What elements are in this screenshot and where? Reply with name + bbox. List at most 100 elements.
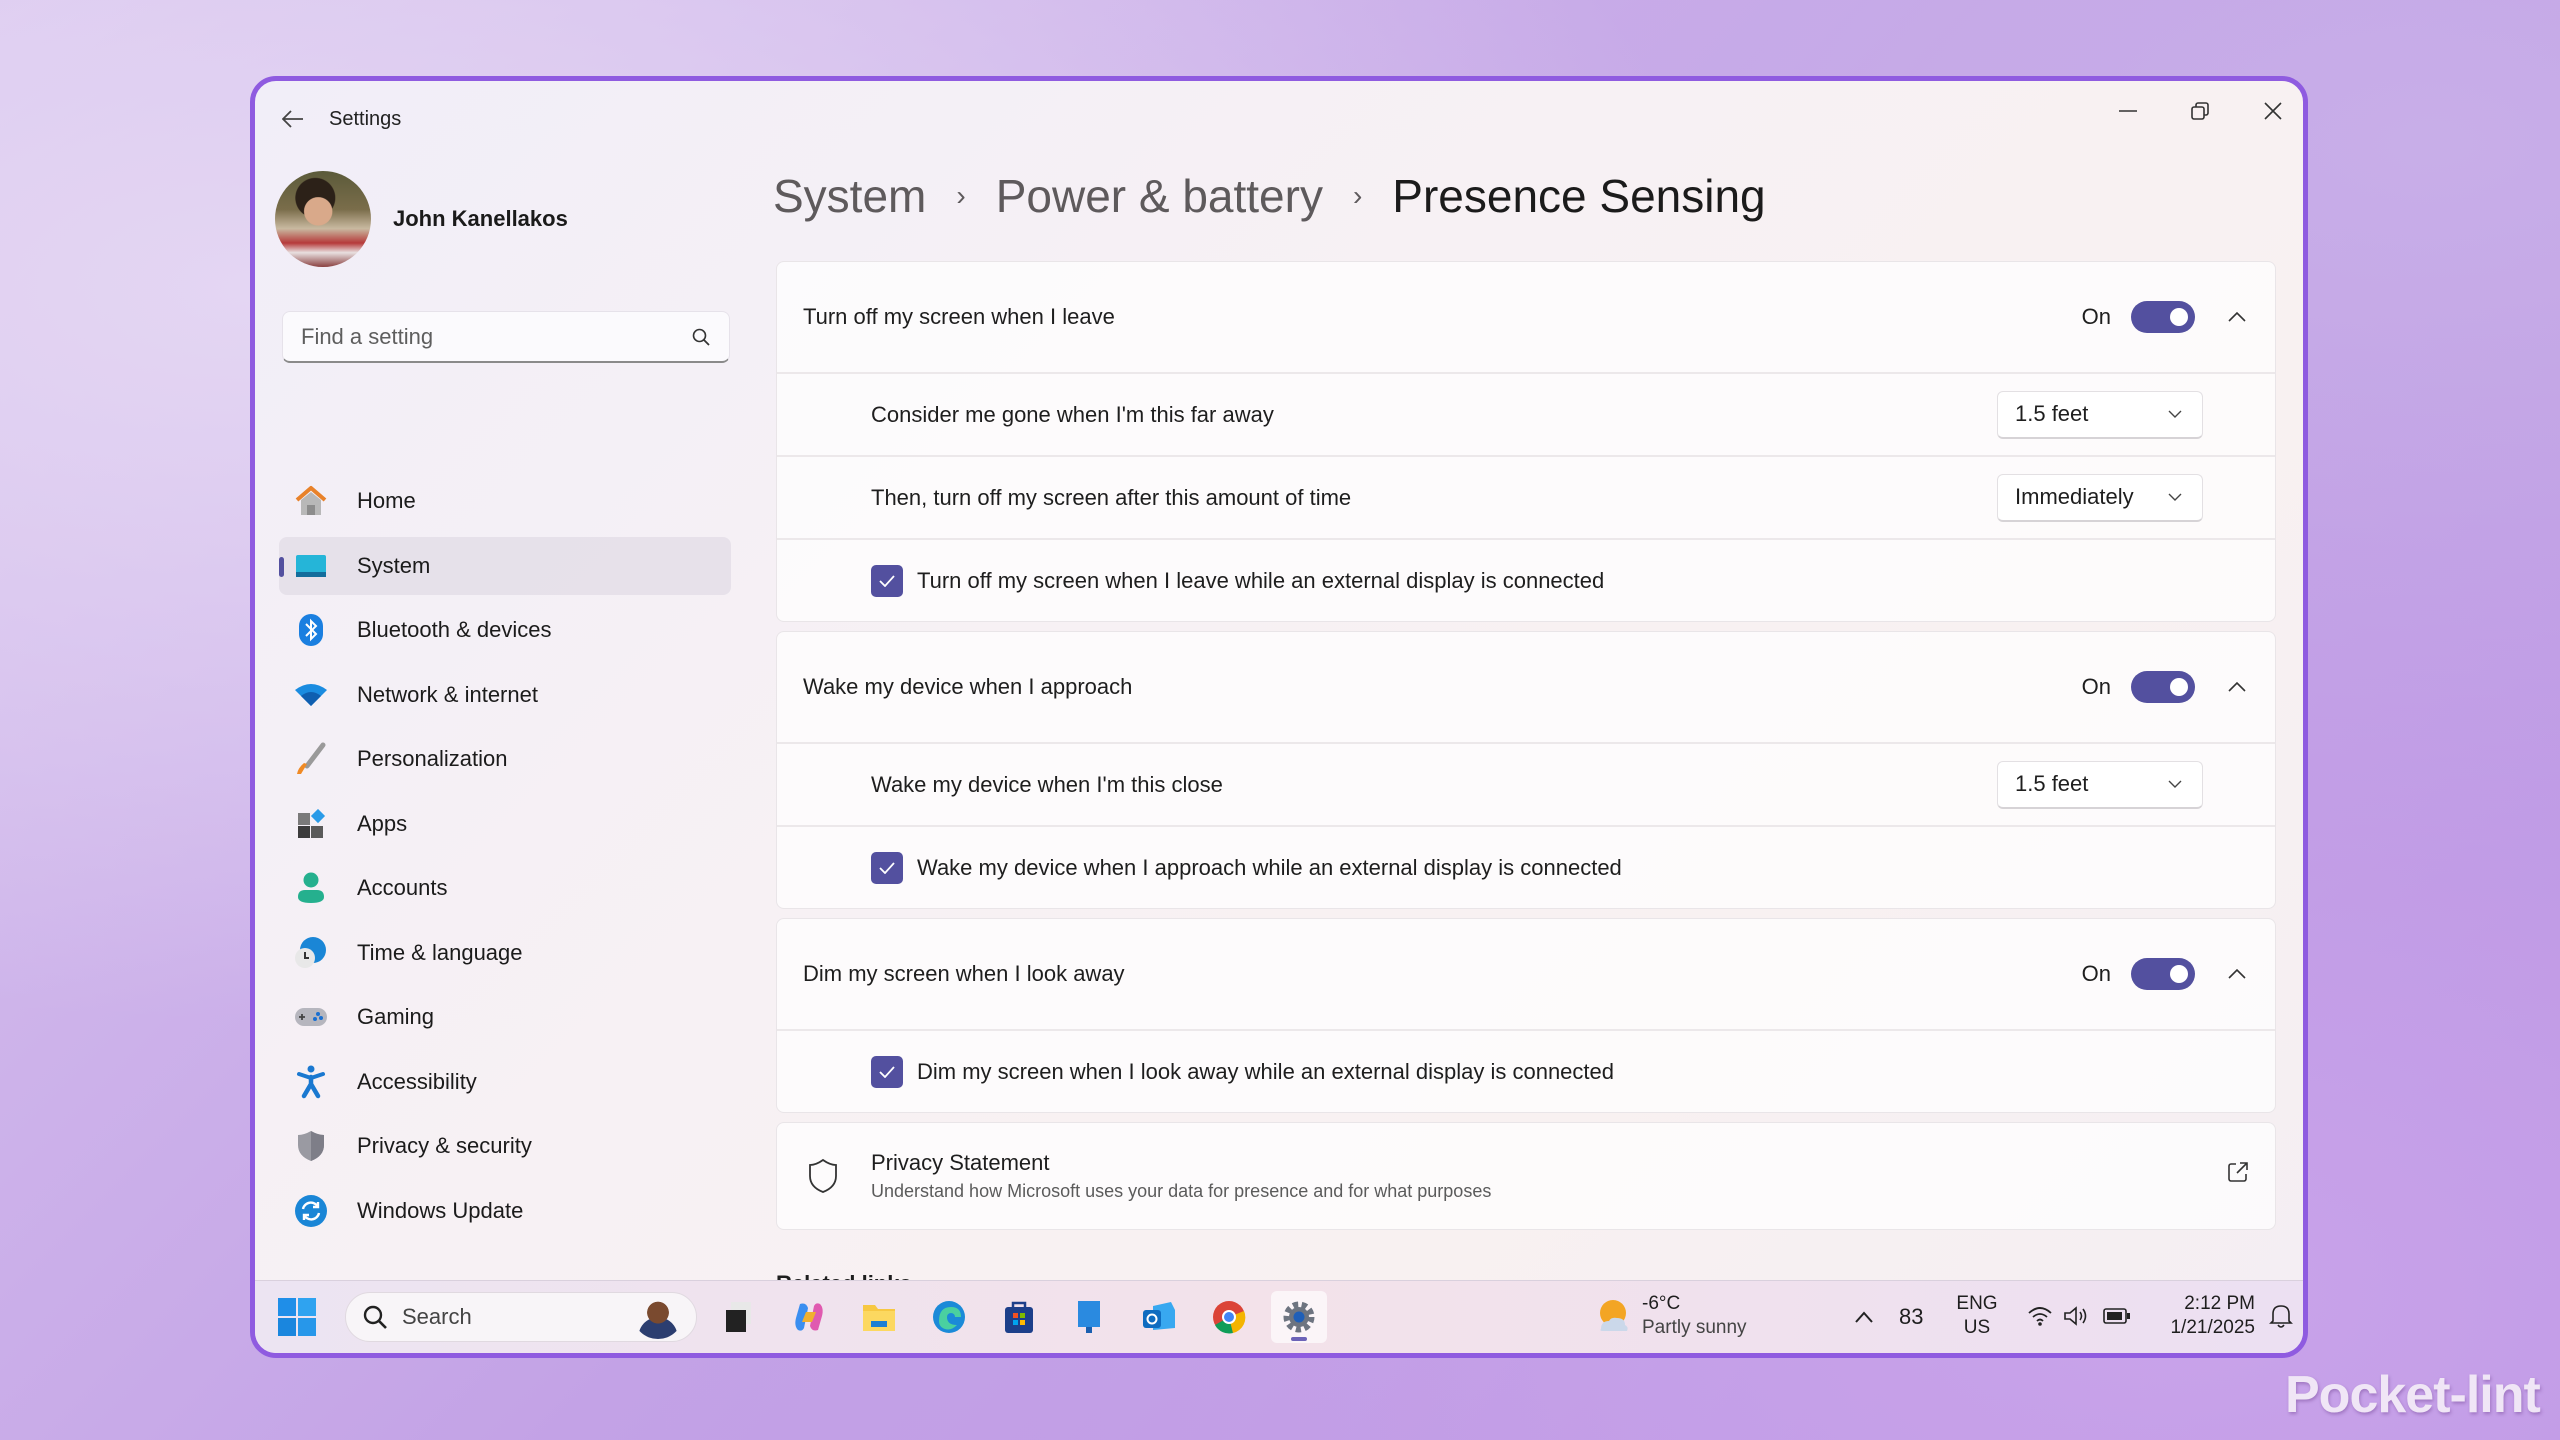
dim-screen-toggle[interactable] <box>2131 958 2195 990</box>
checkmark-icon <box>879 1065 895 1078</box>
breadcrumb: System › Power & battery › Presence Sens… <box>773 169 1766 223</box>
collapse-button[interactable] <box>2217 954 2257 994</box>
chevron-up-icon <box>2228 312 2246 322</box>
clock-date[interactable]: 1/21/2025 <box>2155 1316 2255 1340</box>
weather-icon[interactable] <box>1595 1297 1633 1335</box>
content-scrollbar[interactable] <box>2303 269 2307 1013</box>
sidebar-item-accounts[interactable]: Accounts <box>279 859 731 917</box>
close-button[interactable] <box>2238 89 2303 133</box>
external-display-wake-checkbox[interactable] <box>871 851 903 884</box>
start-button[interactable] <box>277 1297 317 1337</box>
sidebar-item-home[interactable]: Home <box>279 472 731 530</box>
checkmark-icon <box>879 574 895 587</box>
shield-outline-icon <box>805 1158 841 1194</box>
sidebar-item-windows-update[interactable]: Windows Update <box>279 1182 731 1240</box>
find-setting-search[interactable] <box>282 311 730 363</box>
minimize-button[interactable] <box>2093 89 2163 133</box>
language-line1[interactable]: ENG <box>1955 1292 1999 1316</box>
privacy-statement-link[interactable]: Privacy Statement Understand how Microso… <box>776 1122 2276 1230</box>
section-header[interactable]: Dim my screen when I look away On <box>777 919 2275 1029</box>
setting-row: Consider me gone when I'm this far away … <box>777 372 2275 455</box>
taskbar-task-view[interactable] <box>711 1291 767 1343</box>
privacy-title: Privacy Statement <box>871 1150 1050 1175</box>
sidebar-item-accessibility[interactable]: Accessibility <box>279 1053 731 1111</box>
settings-window: Settings John Kanellakos Home System <box>250 76 2308 1358</box>
wifi-icon <box>293 677 329 713</box>
windows-logo-icon <box>278 1298 316 1336</box>
sidebar-item-apps[interactable]: Apps <box>279 795 731 853</box>
tray-count-badge[interactable]: 83 <box>1899 1305 1923 1329</box>
search-input[interactable] <box>299 322 681 351</box>
taskbar-settings[interactable] <box>1271 1291 1327 1343</box>
collapse-button[interactable] <box>2217 297 2257 337</box>
weather-temperature[interactable]: -6°C <box>1642 1292 1680 1316</box>
wake-device-toggle[interactable] <box>2131 671 2195 703</box>
chevron-up-icon[interactable] <box>1855 1311 1873 1323</box>
battery-icon[interactable] <box>2103 1308 2131 1324</box>
privacy-description: Understand how Microsoft uses your data … <box>871 1181 1492 1201</box>
weather-condition[interactable]: Partly sunny <box>1642 1316 1747 1340</box>
language-line2[interactable]: US <box>1955 1316 1999 1340</box>
taskbar-chrome[interactable] <box>1201 1291 1257 1343</box>
restore-button[interactable] <box>2165 89 2235 133</box>
accessibility-icon <box>293 1064 329 1100</box>
turn-off-screen-toggle[interactable] <box>2131 301 2195 333</box>
dropdown-value: 1.5 feet <box>2015 771 2089 796</box>
volume-icon[interactable] <box>2063 1305 2089 1327</box>
setting-label: Then, turn off my screen after this amou… <box>871 484 1352 510</box>
chevron-right-icon: › <box>1352 180 1363 211</box>
apps-icon <box>293 806 329 842</box>
search-icon[interactable] <box>681 317 721 357</box>
search-icon <box>363 1305 387 1329</box>
turn-off-screen-card: Turn off my screen when I leave On Consi… <box>776 261 2276 622</box>
sidebar-nav: Home System Bluetooth & devices Network … <box>279 472 731 1246</box>
checkbox-label: Dim my screen when I look away while an … <box>917 1058 1614 1084</box>
open-external-icon <box>2227 1161 2249 1188</box>
folder-icon <box>863 1305 895 1331</box>
taskbar-microsoft-store[interactable] <box>991 1291 1047 1343</box>
sidebar-item-time-language[interactable]: Time & language <box>279 924 731 982</box>
taskbar-file-explorer[interactable] <box>851 1291 907 1343</box>
notification-bell-icon[interactable] <box>2269 1303 2293 1329</box>
close-icon <box>2264 102 2282 120</box>
chevron-up-icon <box>2228 969 2246 979</box>
user-profile[interactable]: John Kanellakos <box>275 171 568 267</box>
sidebar-item-gaming[interactable]: Gaming <box>279 988 731 1046</box>
checkbox-label: Turn off my screen when I leave while an… <box>917 567 1605 593</box>
external-display-leave-checkbox[interactable] <box>871 564 903 597</box>
gone-distance-dropdown[interactable]: 1.5 feet <box>1997 390 2203 439</box>
wifi-icon[interactable] <box>2028 1305 2052 1327</box>
sidebar-item-system[interactable]: System <box>279 536 731 595</box>
breadcrumb-system[interactable]: System <box>773 169 926 223</box>
sidebar-item-label: Apps <box>357 810 408 836</box>
external-display-dim-checkbox[interactable] <box>871 1055 903 1088</box>
toggle-state-label: On <box>2081 674 2111 699</box>
section-title: Dim my screen when I look away <box>803 961 1125 986</box>
sidebar-item-bluetooth-devices[interactable]: Bluetooth & devices <box>279 601 731 659</box>
dropdown-value: Immediately <box>2015 484 2134 509</box>
back-button[interactable] <box>275 103 311 135</box>
collapse-button[interactable] <box>2217 667 2257 707</box>
screen-off-time-dropdown[interactable]: Immediately <box>1997 473 2203 522</box>
clock-time[interactable]: 2:12 PM <box>2155 1292 2255 1316</box>
gamepad-icon <box>293 999 329 1035</box>
section-header[interactable]: Wake my device when I approach On <box>777 632 2275 742</box>
setting-label: Consider me gone when I'm this far away <box>871 401 1274 427</box>
sidebar-item-network-internet[interactable]: Network & internet <box>279 666 731 724</box>
section-header[interactable]: Turn off my screen when I leave On <box>777 262 2275 372</box>
chevron-right-icon: › <box>956 180 966 211</box>
wake-distance-dropdown[interactable]: 1.5 feet <box>1997 760 2203 809</box>
taskbar-search[interactable]: Search <box>345 1292 697 1342</box>
taskbar-outlook[interactable] <box>1131 1291 1187 1343</box>
profile-name: John Kanellakos <box>393 206 568 231</box>
remote-desktop-icon <box>1078 1301 1100 1333</box>
section-title: Turn off my screen when I leave <box>803 304 1115 329</box>
sidebar-item-personalization[interactable]: Personalization <box>279 730 731 788</box>
taskbar-edge[interactable] <box>921 1291 977 1343</box>
taskbar-remote-desktop[interactable] <box>1061 1291 1117 1343</box>
breadcrumb-power-battery[interactable]: Power & battery <box>996 169 1323 223</box>
chrome-icon <box>1213 1301 1246 1334</box>
taskbar-copilot[interactable] <box>781 1291 837 1343</box>
sidebar-item-privacy-security[interactable]: Privacy & security <box>279 1117 731 1175</box>
chevron-down-icon <box>2160 410 2190 418</box>
